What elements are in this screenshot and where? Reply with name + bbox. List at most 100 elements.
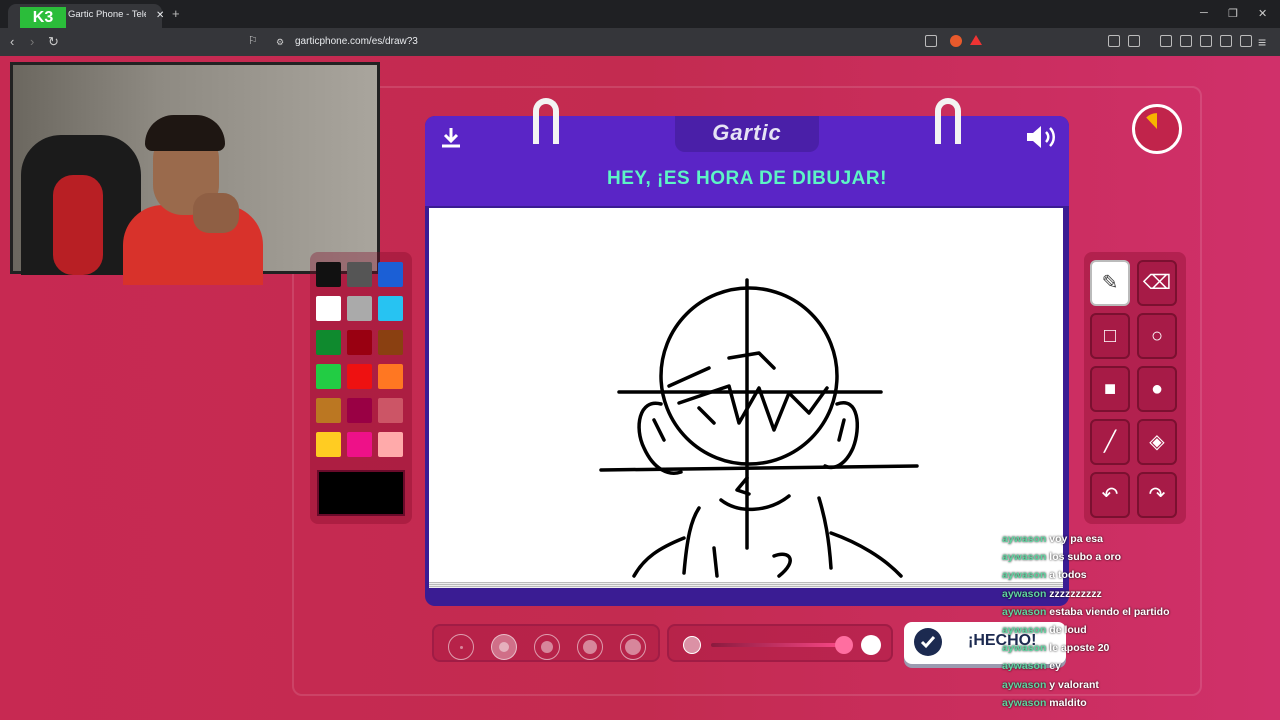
brave-shield-icon[interactable]	[950, 35, 962, 47]
extensions-icon[interactable]	[1108, 35, 1120, 47]
color-swatch[interactable]	[347, 432, 372, 457]
brush-size-option[interactable]	[491, 634, 517, 660]
minimize-button[interactable]: ─	[1200, 7, 1208, 19]
wallet-icon[interactable]	[1200, 35, 1212, 47]
brush-size-option[interactable]	[577, 634, 603, 660]
opacity-slider[interactable]	[667, 624, 893, 662]
chat-username: aywason	[1002, 587, 1050, 600]
chat-text: zzzzzzzzzz	[1049, 587, 1102, 600]
chat-text: estaba viendo el partido	[1049, 605, 1170, 618]
bookmark-icon[interactable]: ⚐	[248, 34, 258, 47]
line-icon[interactable]: ╱	[1090, 419, 1130, 465]
close-window-button[interactable]: ✕	[1258, 7, 1267, 20]
color-swatch[interactable]	[347, 262, 372, 287]
brush-size-option[interactable]	[620, 634, 646, 660]
canvas-page-edge	[429, 582, 1063, 588]
chat-message: aywason los subo a oro	[1002, 551, 1272, 569]
url-field[interactable]: garticphone.com/es/draw?3	[295, 36, 418, 47]
screenshot-icon[interactable]	[1128, 35, 1140, 47]
eraser-icon[interactable]: ⌫	[1137, 260, 1177, 306]
brush-size-dot	[499, 642, 509, 652]
new-tab-button[interactable]: +	[172, 6, 180, 21]
bucket-icon[interactable]: ◈	[1137, 419, 1177, 465]
round-timer	[1132, 104, 1182, 154]
vpn-icon[interactable]	[1240, 35, 1252, 47]
color-swatch[interactable]	[316, 364, 341, 389]
current-color-swatch	[317, 470, 405, 516]
stream-chat: aywason voy pa esa aywason los subo a oro…	[1002, 533, 1272, 715]
logo-tab: Gartic	[675, 116, 819, 152]
chat-username: aywason	[1002, 678, 1050, 691]
tool-panel: ✎ ⌫ □ ○ ■ ● ╱ ◈ ↶ ↷	[1084, 252, 1186, 524]
check-icon	[914, 628, 942, 656]
rectangle-outline-icon[interactable]: □	[1090, 313, 1130, 359]
color-swatch[interactable]	[378, 296, 403, 321]
menu-icon[interactable]: ≡	[1258, 34, 1266, 50]
brave-rewards-icon[interactable]	[970, 35, 982, 45]
sidebar-icon[interactable]	[1180, 35, 1192, 47]
drawing-canvas[interactable]	[429, 208, 1063, 584]
speaker-icon[interactable]	[1025, 124, 1059, 150]
back-icon[interactable]: ‹	[10, 34, 14, 49]
color-swatch[interactable]	[378, 398, 403, 423]
share-icon[interactable]	[925, 35, 937, 47]
brush-size-option[interactable]	[534, 634, 560, 660]
brush-size-bar	[432, 624, 660, 662]
site-info-icon[interactable]: ⚙	[276, 37, 284, 48]
rectangle-fill-icon[interactable]: ■	[1090, 366, 1130, 412]
color-swatch[interactable]	[378, 330, 403, 355]
color-swatch[interactable]	[347, 398, 372, 423]
chat-username: aywason	[1002, 569, 1050, 582]
binder-ring-right	[935, 98, 961, 144]
ellipse-fill-icon[interactable]: ●	[1137, 366, 1177, 412]
color-swatch[interactable]	[316, 432, 341, 457]
color-swatch[interactable]	[316, 296, 341, 321]
color-swatch[interactable]	[316, 262, 341, 287]
ellipse-outline-icon[interactable]: ○	[1137, 313, 1177, 359]
webcam-person-hair	[145, 115, 225, 151]
chat-text: ey	[1049, 660, 1061, 673]
color-swatch[interactable]	[347, 330, 372, 355]
drawing-card: Gartic HEY, ¡ES HORA DE DIBUJAR!	[425, 98, 1069, 606]
reload-icon[interactable]: ↻	[48, 34, 59, 50]
color-swatch[interactable]	[347, 364, 372, 389]
chat-message: aywason maldito	[1002, 697, 1272, 715]
browser-tab[interactable]: K3 Gartic Phone - Teléfono Desc ✕	[8, 4, 164, 29]
tab-close-icon[interactable]: ✕	[156, 10, 164, 21]
chat-message: aywason a todos	[1002, 569, 1272, 587]
brush-size-dot	[459, 645, 463, 649]
color-swatch[interactable]	[378, 432, 403, 457]
chat-username: aywason	[1002, 605, 1050, 618]
leo-icon[interactable]	[1220, 35, 1232, 47]
brush-size-dot	[583, 640, 597, 654]
color-swatch[interactable]	[378, 262, 403, 287]
download-icon[interactable]	[439, 126, 463, 150]
webcam-overlay	[10, 62, 380, 285]
opacity-track[interactable]	[711, 643, 851, 647]
redo-icon[interactable]: ↷	[1137, 472, 1177, 518]
chat-username: aywason	[1002, 623, 1050, 636]
media-icon[interactable]	[1160, 35, 1172, 47]
chat-text: de loud	[1049, 623, 1087, 636]
chat-username: aywason	[1002, 533, 1050, 545]
chat-text: maldito	[1049, 696, 1087, 709]
color-swatch[interactable]	[316, 330, 341, 355]
opacity-thumb[interactable]	[835, 636, 853, 654]
color-swatch[interactable]	[347, 296, 372, 321]
brush-size-option[interactable]	[448, 634, 474, 660]
color-swatch[interactable]	[316, 398, 341, 423]
forward-icon[interactable]: ›	[30, 34, 34, 49]
chat-text: a todos	[1049, 569, 1087, 582]
chat-username: aywason	[1002, 642, 1050, 655]
maximize-button[interactable]: ❐	[1228, 7, 1238, 20]
pencil-icon[interactable]: ✎	[1090, 260, 1130, 306]
chat-message: aywason voy pa esa	[1002, 533, 1272, 551]
brush-size-dot	[541, 641, 553, 653]
webcam-person-hand	[193, 193, 239, 233]
undo-icon[interactable]: ↶	[1090, 472, 1130, 518]
brush-size-dot	[625, 639, 641, 655]
chat-message: aywason le aposte 20	[1002, 642, 1272, 660]
drawing-strokes	[599, 278, 919, 578]
color-swatch[interactable]	[378, 364, 403, 389]
chat-username: aywason	[1002, 551, 1050, 564]
